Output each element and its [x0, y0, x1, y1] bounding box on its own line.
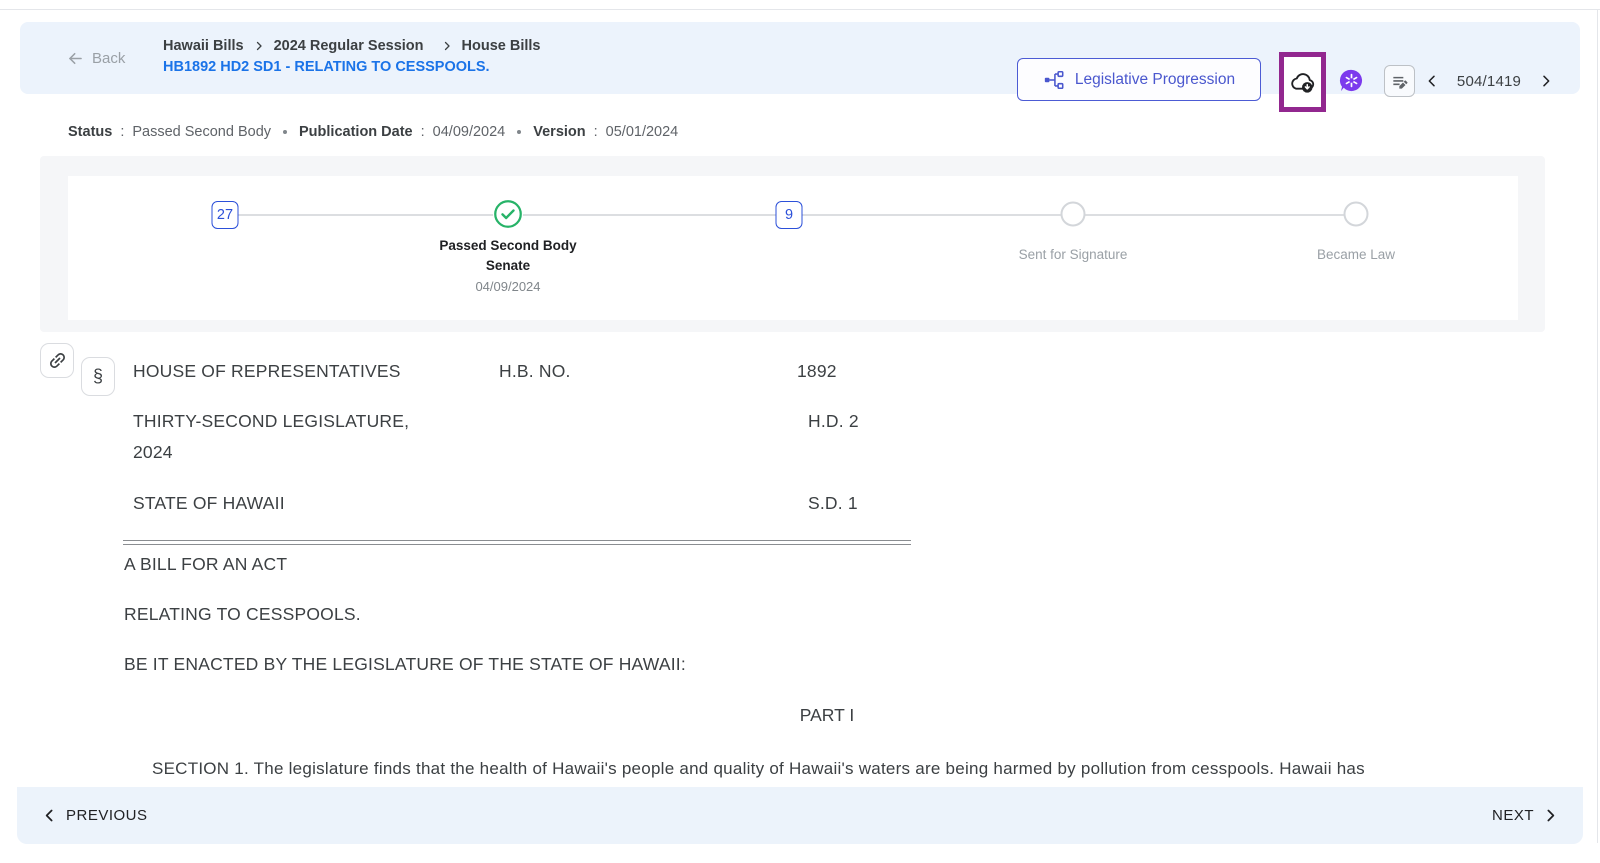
house-draft-value: H.D. 2	[808, 411, 859, 432]
previous-label: PREVIOUS	[66, 807, 148, 824]
back-label: Back	[92, 50, 125, 67]
timeline-step-subtitle: Senate	[393, 256, 623, 276]
chevron-right-icon	[253, 40, 265, 52]
header-bar: Back Hawaii Bills 2024 Regular Session H…	[20, 22, 1580, 94]
status-label: Status	[68, 124, 112, 140]
copy-link-button[interactable]	[40, 343, 74, 378]
chevron-left-icon	[41, 807, 58, 824]
annotation-highlight-box	[1279, 52, 1326, 112]
timeline-step-pending-label: Became Law	[1241, 247, 1471, 262]
timeline-step-pending-circle	[1344, 202, 1369, 227]
page-top-divider	[0, 9, 1600, 10]
version-value: 05/01/2024	[606, 124, 679, 140]
dot-separator	[517, 130, 521, 134]
timeline-step-date: 04/09/2024	[393, 276, 623, 297]
previous-bill-button[interactable]: PREVIOUS	[41, 807, 148, 824]
breadcrumb: Hawaii Bills 2024 Regular Session House …	[163, 35, 540, 75]
next-label: NEXT	[1492, 807, 1534, 824]
breadcrumb-item-hawaii-bills[interactable]: Hawaii Bills	[163, 38, 244, 54]
bill-heading: A BILL FOR AN ACT	[124, 554, 287, 575]
senate-draft-value: S.D. 1	[808, 493, 858, 514]
arrow-left-icon	[66, 49, 85, 68]
timeline-step-pending-label: Sent for Signature	[958, 247, 1188, 262]
bill-viewer-page: Back Hawaii Bills 2024 Regular Session H…	[0, 0, 1600, 863]
timeline-step-pending-circle	[1061, 202, 1086, 227]
footer-pagination-bar: PREVIOUS NEXT	[17, 787, 1583, 844]
document-header-divider	[123, 540, 911, 545]
edit-note-icon	[1390, 71, 1410, 91]
section-1-text: SECTION 1. The legislature finds that th…	[124, 756, 1532, 782]
timeline-step-done-check-icon	[493, 199, 523, 229]
legislative-progression-label: Legislative Progression	[1075, 71, 1235, 89]
ai-chat-bubble-icon	[1338, 67, 1365, 94]
notes-button[interactable]	[1384, 65, 1415, 97]
chevron-right-icon	[1542, 807, 1559, 824]
legislature-line1: THIRTY-SECOND LEGISLATURE,	[133, 411, 409, 432]
section-symbol-button[interactable]: §	[81, 357, 115, 396]
bill-number-value: 1892	[797, 361, 837, 382]
next-document-button[interactable]	[1532, 65, 1560, 97]
colon: :	[421, 124, 425, 140]
state-text: STATE OF HAWAII	[133, 493, 285, 514]
timeline-step-count-badge[interactable]: 9	[776, 201, 803, 229]
document-pager: 504/1419	[1418, 65, 1560, 97]
back-button[interactable]: Back	[58, 22, 133, 94]
breadcrumb-item-house-bills[interactable]: House Bills	[462, 38, 541, 54]
chevron-right-icon	[441, 40, 453, 52]
legislature-line2: 2024	[133, 442, 173, 463]
publication-date-value: 04/09/2024	[433, 124, 506, 140]
breadcrumb-item-session[interactable]: 2024 Regular Session	[274, 38, 424, 54]
bill-number-label: H.B. NO.	[499, 361, 571, 382]
dot-separator	[283, 130, 287, 134]
part-heading: PART I	[124, 705, 1530, 726]
hierarchy-tree-icon	[1043, 69, 1065, 91]
colon: :	[120, 124, 124, 140]
version-label: Version	[533, 124, 585, 140]
colon: :	[594, 124, 598, 140]
timeline-step-count-badge[interactable]: 27	[212, 201, 239, 229]
publication-date-label: Publication Date	[299, 124, 413, 140]
section-symbol-icon: §	[93, 366, 103, 387]
cloud-download-button[interactable]	[1288, 67, 1318, 97]
cloud-download-icon	[1288, 67, 1318, 97]
ai-assistant-button[interactable]	[1338, 67, 1365, 94]
timeline-step-title: Passed Second Body	[393, 236, 623, 256]
legislative-progression-button[interactable]: Legislative Progression	[1017, 58, 1261, 101]
link-icon	[47, 350, 68, 371]
page-indicator: 504/1419	[1450, 73, 1528, 90]
enacting-clause: BE IT ENACTED BY THE LEGISLATURE OF THE …	[124, 654, 686, 675]
bill-subject: RELATING TO CESSPOOLS.	[124, 604, 361, 625]
next-bill-button[interactable]: NEXT	[1492, 807, 1559, 824]
status-value: Passed Second Body	[132, 124, 271, 140]
status-bar: Status: Passed Second Body Publication D…	[68, 123, 678, 141]
bill-title-link[interactable]: HB1892 HD2 SD1 - RELATING TO CESSPOOLS.	[163, 59, 540, 75]
page-right-divider	[1597, 9, 1598, 843]
timeline-step-done-label: Passed Second Body Senate 04/09/2024	[393, 236, 623, 297]
chamber-text: HOUSE OF REPRESENTATIVES	[133, 361, 401, 382]
previous-document-button[interactable]	[1418, 65, 1446, 97]
